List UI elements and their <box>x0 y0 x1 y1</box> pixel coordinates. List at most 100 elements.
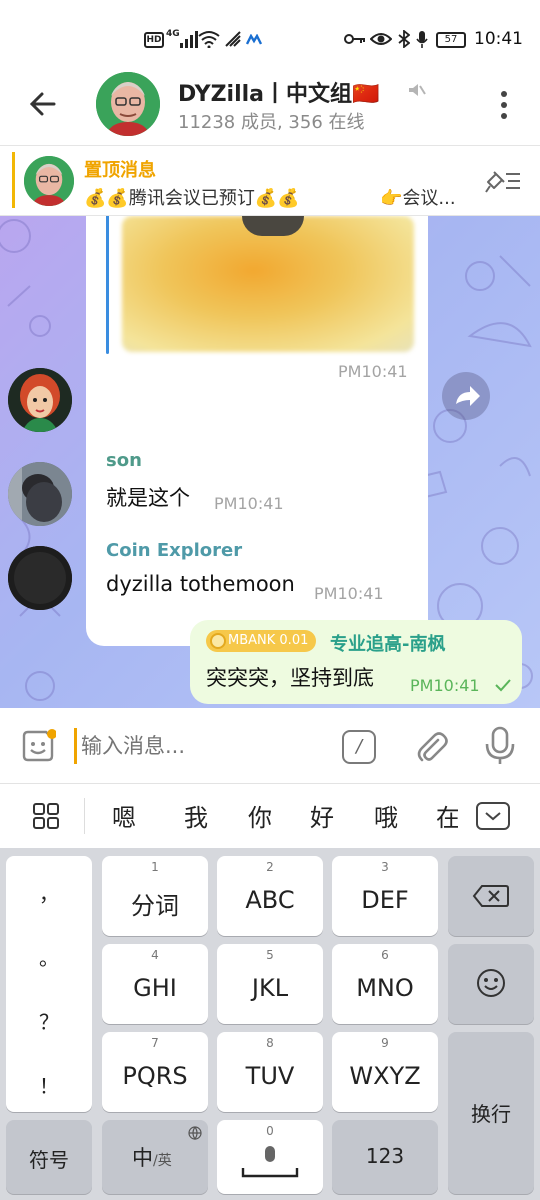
message-text: 突突突，坚持到底 <box>206 666 374 690</box>
key-7[interactable]: 7 PQRS <box>102 1032 208 1112</box>
message-time: PM10:41 <box>214 494 284 513</box>
sender-avatar[interactable] <box>8 546 72 610</box>
app-notification-icon <box>246 34 262 45</box>
key-number: 5 <box>266 948 274 962</box>
message-input[interactable] <box>74 728 314 764</box>
message-time: PM10:41 <box>314 584 384 603</box>
key-number: 1 <box>151 860 159 874</box>
chat-title[interactable]: DYZilla丨中文组🇨🇳 <box>178 76 379 108</box>
person-photo-avatar-icon <box>8 462 72 526</box>
group-avatar[interactable] <box>96 72 160 136</box>
key-number: 2 <box>266 860 274 874</box>
apps-grid-icon[interactable] <box>32 802 60 830</box>
bluetooth-icon <box>398 30 410 48</box>
bot-command-icon[interactable]: / <box>342 730 376 764</box>
key-label: JKL <box>251 974 289 1002</box>
sender-tag-badge: MBANK 0.01 <box>206 630 317 652</box>
key-label: PQRS <box>122 1062 188 1090</box>
candidate-word[interactable]: 嗯 <box>112 798 136 833</box>
key-number: 4 <box>151 948 159 962</box>
key-number: 3 <box>381 860 389 874</box>
enter-key[interactable]: 换行 <box>448 1032 534 1194</box>
pinned-list-icon[interactable] <box>484 168 522 194</box>
symbols-key[interactable]: 符号 <box>6 1120 92 1194</box>
punctuation-key[interactable]: ？ <box>6 1006 92 1035</box>
candidate-word[interactable]: 我 <box>184 798 208 833</box>
sender-tag-label: MBANK 0.01 <box>228 633 309 648</box>
globe-icon <box>188 1126 202 1140</box>
enter-label: 换行 <box>471 1102 511 1126</box>
language-switch-key[interactable]: 中/英 <box>102 1120 208 1194</box>
collapse-keyboard-button[interactable] <box>476 802 510 830</box>
back-arrow-icon[interactable] <box>26 88 58 120</box>
wifi-icon <box>198 31 220 48</box>
sent-check-icon <box>495 679 511 692</box>
sender-avatar[interactable] <box>8 462 72 526</box>
key-8[interactable]: 8 TUV <box>217 1032 323 1112</box>
key-3[interactable]: 3 DEF <box>332 856 438 936</box>
key-label: MNO <box>356 974 414 1002</box>
status-bar: HD 4G 57 10:41 <box>0 0 540 68</box>
key-2[interactable]: 2 ABC <box>217 856 323 936</box>
smiley-icon <box>477 969 505 997</box>
hd-indicator: HD <box>144 32 164 48</box>
reply-quote-line <box>106 216 109 354</box>
message-bubble[interactable]: son 就是这个 PM10:41 <box>86 438 302 520</box>
backspace-key[interactable] <box>448 856 534 936</box>
sender-name[interactable]: Coin Explorer <box>106 540 242 561</box>
key-number: 7 <box>151 1036 159 1050</box>
numbers-key[interactable]: 123 <box>332 1120 438 1194</box>
sender-name[interactable]: son <box>106 450 142 471</box>
ime-candidate-bar: 嗯 我 你 好 哦 在 <box>0 784 540 848</box>
clock: 10:41 <box>474 29 523 49</box>
key-6[interactable]: 6 MNO <box>332 944 438 1024</box>
symbols-label: 符号 <box>29 1148 69 1172</box>
chevron-down-icon <box>485 812 501 821</box>
key-1[interactable]: 1 分词 <box>102 856 208 936</box>
more-options-icon[interactable] <box>496 90 512 120</box>
key-number: 0 <box>266 1124 274 1138</box>
outgoing-message-bubble[interactable]: MBANK 0.01 专业追高-南枫 突突突，坚持到底 PM10:41 <box>190 620 522 704</box>
key-5[interactable]: 5 JKL <box>217 944 323 1024</box>
backspace-icon <box>472 885 509 907</box>
emoji-key[interactable] <box>448 944 534 1024</box>
message-input-bar: / <box>0 708 540 784</box>
key-label: TUV <box>245 1062 295 1090</box>
sender-avatar[interactable] <box>8 368 72 432</box>
candidate-word[interactable]: 好 <box>310 798 334 833</box>
paperclip-icon[interactable] <box>414 730 450 766</box>
pinned-avatar <box>24 156 74 206</box>
key-label: DEF <box>361 886 409 914</box>
punctuation-key[interactable]: 。 <box>6 942 92 971</box>
message-bubble[interactable]: Coin Explorer dyzilla tothemoon PM10:41 <box>86 528 402 610</box>
signal-2-icon <box>225 31 241 47</box>
candidate-word[interactable]: 你 <box>248 798 272 833</box>
punctuation-key[interactable]: ！ <box>6 1070 92 1099</box>
blurred-image[interactable] <box>122 216 414 352</box>
microphone-status-icon <box>416 31 428 48</box>
candidate-word[interactable]: 哦 <box>374 798 398 833</box>
punctuation-key[interactable]: ， <box>6 878 92 907</box>
punctuation-column[interactable]: ， 。 ？ ！ <box>6 856 92 1112</box>
candidate-word[interactable]: 在 <box>436 798 458 833</box>
sender-name[interactable]: 专业追高-南枫 <box>330 630 445 656</box>
chat-area[interactable]: PM10:41 son 就是这个 PM10:41 Coin Explorer d… <box>0 216 540 708</box>
pinned-indicator <box>12 152 15 208</box>
sticker-icon[interactable] <box>20 728 56 764</box>
space-key[interactable]: 0 <box>217 1120 323 1194</box>
key-label: WXYZ <box>349 1062 421 1090</box>
key-4[interactable]: 4 GHI <box>102 944 208 1024</box>
share-button[interactable] <box>442 372 490 420</box>
message-time: PM10:41 <box>410 676 480 695</box>
network-type: 4G <box>166 29 180 39</box>
cartoon-woman-avatar-icon <box>8 368 72 432</box>
pinned-message-bar[interactable]: 置顶消息 💰💰腾讯会议已预订💰💰 👉会议... <box>0 146 540 216</box>
key-number: 8 <box>266 1036 274 1050</box>
voice-space-icon <box>241 1146 299 1178</box>
microphone-icon[interactable] <box>482 726 518 766</box>
battery-indicator: 57 <box>436 32 466 48</box>
key-label: ABC <box>245 886 295 914</box>
message-time: PM10:41 <box>338 362 408 381</box>
key-9[interactable]: 9 WXYZ <box>332 1032 438 1112</box>
language-primary: 中 <box>132 1146 153 1170</box>
